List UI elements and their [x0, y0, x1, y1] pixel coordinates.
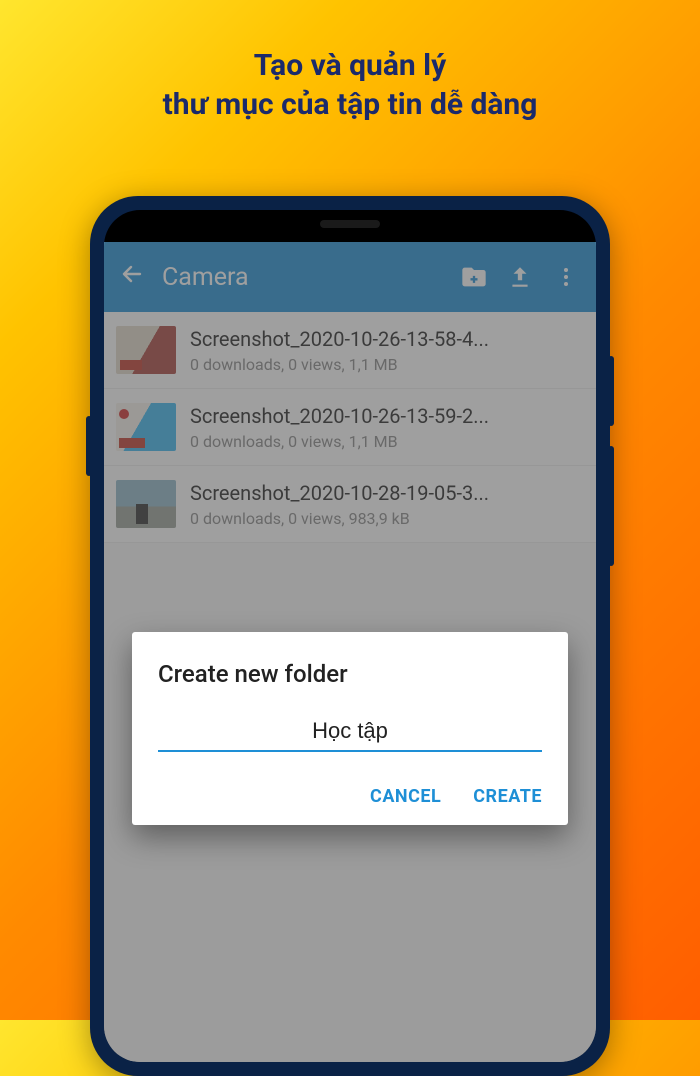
promo-line1: Tạo và quản lý	[0, 46, 700, 85]
dialog-title: Create new folder	[158, 660, 542, 688]
folder-name-input[interactable]	[158, 718, 542, 744]
create-button[interactable]: CREATE	[473, 786, 542, 807]
cancel-button[interactable]: CANCEL	[370, 786, 441, 807]
promo-headline: Tạo và quản lý thư mục của tập tin dễ dà…	[0, 0, 700, 124]
create-folder-dialog: Create new folder CANCEL CREATE	[132, 632, 568, 825]
phone-side-button	[608, 356, 614, 426]
folder-name-field[interactable]	[158, 718, 542, 752]
app-screen: Camera Screenshot_2020-10-26-13-58-4... …	[104, 242, 596, 1062]
dialog-actions: CANCEL CREATE	[158, 786, 542, 807]
phone-screen-bezel: Camera Screenshot_2020-10-26-13-58-4... …	[104, 210, 596, 1062]
phone-frame: Camera Screenshot_2020-10-26-13-58-4... …	[90, 196, 610, 1076]
promo-line2: thư mục của tập tin dễ dàng	[0, 85, 700, 124]
phone-notch	[250, 210, 450, 240]
phone-side-button	[86, 416, 92, 476]
phone-side-button	[608, 446, 614, 566]
